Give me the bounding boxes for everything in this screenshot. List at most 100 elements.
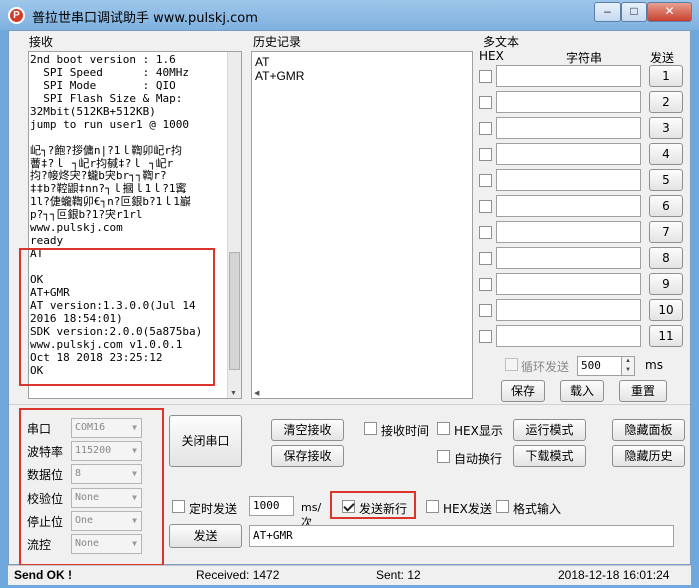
multi-send-button[interactable]: 9 [649,273,683,295]
receive-line: 2nd boot version : 1.6 [30,53,176,66]
dropdown-arrow-icon[interactable]: ▼ [132,465,137,483]
baud-select[interactable]: 115200 ▼ [71,441,142,462]
timed-interval-input[interactable]: 1000 [249,496,294,516]
multi-string-input[interactable] [496,117,641,139]
multi-send-button[interactable]: 10 [649,299,683,321]
receive-line: SDK version:2.0.0(5a875ba) [30,324,203,338]
history-list[interactable]: AT AT+GMR ◀ [251,51,473,399]
receive-line: 屺┐?飽?拶傭n|?1ｌ鞫卯屺r抣 [30,143,182,157]
data-select[interactable]: 8 ▼ [71,464,142,485]
history-item[interactable]: AT+GMR [255,69,304,83]
receive-scroll-thumb[interactable] [229,252,240,370]
multi-string-input[interactable] [496,299,641,321]
hex-display-label: HEX显示 [454,424,503,438]
hide-panel-button[interactable]: 隐藏面板 [612,419,685,441]
minimize-button[interactable]: – [594,2,621,22]
loop-interval-spinner[interactable]: ▲ ▼ [621,356,635,376]
save-multi-button[interactable]: 保存 [501,380,545,402]
multi-hex-checkbox[interactable] [479,278,492,291]
app-window: P 普拉世串口调试助手 www.pulskj.com – □ ✕ 接收 2nd … [0,0,699,588]
history-item[interactable]: AT [255,55,304,69]
reset-multi-button[interactable]: 重置 [619,380,667,402]
receive-line: AT [30,247,44,261]
hex-send-checkbox[interactable] [426,500,439,513]
history-label: 历史记录 [253,35,302,49]
multi-send-button[interactable]: 1 [649,65,683,87]
dropdown-arrow-icon[interactable]: ▼ [132,512,137,530]
multi-string-input[interactable] [496,247,641,269]
dropdown-arrow-icon[interactable]: ▼ [132,489,137,507]
multi-string-input[interactable] [496,195,641,217]
save-receive-button[interactable]: 保存接收 [271,445,344,467]
hex-display-checkbox[interactable] [437,422,450,435]
multi-hex-checkbox[interactable] [479,174,492,187]
title-bar[interactable]: P 普拉世串口调试助手 www.pulskj.com – □ ✕ [0,0,699,30]
dropdown-arrow-icon[interactable]: ▼ [132,535,137,553]
receive-textarea[interactable]: 2nd boot version : 1.6 SPI Speed : 40MHz… [28,51,242,399]
scroll-down-arrow-icon[interactable]: ▼ [230,390,237,397]
multi-hex-checkbox[interactable] [479,122,492,135]
multi-hex-checkbox[interactable] [479,200,492,213]
multi-string-input[interactable] [496,221,641,243]
multi-hex-checkbox[interactable] [479,304,492,317]
clear-receive-button[interactable]: 清空接收 [271,419,344,441]
multi-send-button[interactable]: 7 [649,221,683,243]
multi-send-button[interactable]: 6 [649,195,683,217]
multi-string-input[interactable] [496,273,641,295]
send-text-input[interactable]: AT+GMR [249,525,674,547]
loop-interval-input[interactable]: 500 [577,356,622,376]
multi-hex-checkbox[interactable] [479,96,492,109]
multi-string-input[interactable] [496,65,641,87]
timed-send-checkbox[interactable] [172,500,185,513]
download-mode-button[interactable]: 下载模式 [513,445,586,467]
multi-hex-checkbox[interactable] [479,330,492,343]
auto-wrap-checkbox[interactable] [437,450,450,463]
load-multi-button[interactable]: 载入 [560,380,604,402]
multi-send-button[interactable]: 11 [649,325,683,347]
port-select[interactable]: COM16 ▼ [71,418,142,438]
flow-label: 流控 [27,538,52,552]
spin-up-icon[interactable]: ▲ [625,358,631,364]
multi-string-input[interactable] [496,143,641,165]
scroll-left-arrow-icon[interactable]: ◀ [254,389,259,397]
send-newline-checkbox[interactable] [342,500,355,513]
multi-hex-checkbox[interactable] [479,226,492,239]
receive-line: ready [30,234,64,248]
multi-send-button[interactable]: 3 [649,117,683,139]
multi-send-button[interactable]: 5 [649,169,683,191]
multi-hex-checkbox[interactable] [479,148,492,161]
multi-string-input[interactable] [496,169,641,191]
receive-time-label: 接收时间 [381,424,430,438]
parity-label: 校验位 [27,491,64,506]
format-input-checkbox[interactable] [496,500,509,513]
stop-select[interactable]: One ▼ [71,510,142,531]
run-mode-button[interactable]: 运行模式 [513,419,586,441]
multi-send-button[interactable]: 2 [649,91,683,113]
multi-send-button[interactable]: 8 [649,247,683,269]
multi-send-button[interactable]: 4 [649,143,683,165]
port-label: 串口 [27,422,52,436]
close-button[interactable]: ✕ [647,2,692,22]
stop-label: 停止位 [27,514,64,529]
window-title: 普拉世串口调试助手 www.pulskj.com [32,11,258,26]
receive-time-checkbox[interactable] [364,422,377,435]
send-newline-label: 发送新行 [359,502,408,516]
port-value: COM16 [75,422,106,433]
loop-send-checkbox[interactable] [505,358,518,371]
parity-select[interactable]: None ▼ [71,487,142,508]
maximize-button[interactable]: □ [621,2,647,22]
dropdown-arrow-icon[interactable]: ▼ [132,442,137,460]
send-column-header: 发送 [650,51,675,65]
receive-line: www.pulskj.com v1.0.0.1 [30,337,183,351]
multi-hex-checkbox[interactable] [479,252,492,265]
dropdown-arrow-icon[interactable]: ▼ [132,419,137,437]
close-port-button[interactable]: 关闭串口 [169,415,242,467]
hide-history-button[interactable]: 隐藏历史 [612,445,685,467]
spin-down-icon[interactable]: ▼ [625,367,631,373]
multi-string-input[interactable] [496,91,641,113]
send-button[interactable]: 发送 [169,524,242,548]
receive-scrollbar[interactable]: ▼ [227,52,241,398]
multi-string-input[interactable] [496,325,641,347]
multi-hex-checkbox[interactable] [479,70,492,83]
flow-select[interactable]: None ▼ [71,534,142,554]
